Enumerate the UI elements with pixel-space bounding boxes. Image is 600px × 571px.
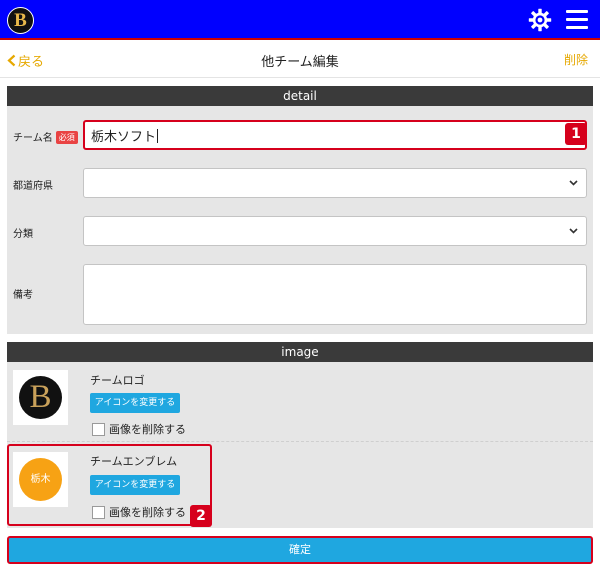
team-name-label-text: チーム名 — [13, 133, 53, 144]
delete-emblem-checkbox[interactable] — [92, 505, 105, 519]
team-name-input[interactable]: 栃木ソフト — [83, 120, 587, 150]
category-label: 分類 — [13, 229, 33, 240]
required-badge: 必須 — [55, 131, 78, 144]
team-name-value: 栃木ソフト — [91, 130, 157, 145]
category-select[interactable] — [83, 216, 587, 246]
top-bar: B — [0, 0, 600, 40]
delete-logo-checkbox[interactable] — [92, 422, 105, 436]
annotation-marker-1: 1 — [565, 123, 587, 145]
team-emblem-image: 栃木 — [19, 458, 62, 501]
image-divider — [7, 441, 593, 442]
delete-logo-option[interactable]: 画像を削除する — [92, 421, 186, 437]
team-logo-image: B — [19, 376, 62, 419]
hamburger-menu-icon[interactable] — [566, 10, 588, 30]
delete-emblem-label: 画像を削除する — [109, 506, 186, 519]
delete-button[interactable]: 削除 — [564, 51, 588, 68]
delete-logo-label: 画像を削除する — [109, 423, 186, 436]
chevron-down-icon — [569, 180, 578, 186]
gear-icon[interactable] — [528, 8, 552, 32]
chevron-down-icon — [569, 228, 578, 234]
detail-section-header: detail — [7, 86, 593, 106]
team-logo-preview: B — [13, 370, 68, 425]
team-emblem-preview: 栃木 — [13, 452, 68, 507]
prefecture-label: 都道府県 — [13, 181, 53, 192]
annotation-marker-2: 2 — [190, 505, 212, 527]
delete-emblem-option[interactable]: 画像を削除する — [92, 504, 186, 520]
nav-bar: 戻る 他チーム編集 削除 — [0, 42, 600, 78]
change-logo-button[interactable]: アイコンを変更する — [90, 393, 180, 413]
image-section-header: image — [7, 342, 593, 362]
prefecture-select[interactable] — [83, 168, 587, 198]
notes-label: 備考 — [13, 290, 33, 301]
team-name-label: チーム名 必須 — [13, 129, 78, 144]
app-logo[interactable]: B — [7, 7, 34, 34]
text-cursor — [157, 129, 159, 143]
page-title: 他チーム編集 — [261, 55, 339, 70]
change-emblem-button[interactable]: アイコンを変更する — [90, 475, 180, 495]
team-logo-title: チームロゴ — [90, 374, 145, 387]
confirm-button[interactable]: 確定 — [7, 536, 593, 564]
notes-textarea[interactable] — [83, 264, 587, 325]
team-emblem-title: チームエンブレム — [90, 455, 178, 468]
